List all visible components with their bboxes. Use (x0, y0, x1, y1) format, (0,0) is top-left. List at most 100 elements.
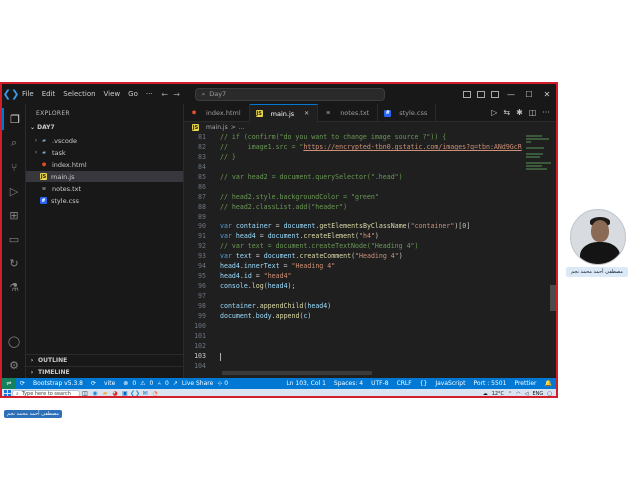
tab-index-html[interactable]: ⬢ index.html (184, 104, 250, 122)
menu-go[interactable]: Go (126, 90, 144, 98)
volume-icon[interactable]: ◁ (525, 391, 529, 397)
notification-center-icon[interactable]: ▢ (547, 391, 552, 397)
file-explorer-icon[interactable]: ▰ (100, 389, 110, 396)
store-icon[interactable]: ▣ (120, 389, 130, 396)
outline-section[interactable]: › OUTLINE (26, 354, 183, 366)
tab-main-js[interactable]: JS main.js ✕ (249, 104, 319, 122)
tree-item-style-css[interactable]: # style.css (26, 195, 183, 206)
taskbar-search[interactable]: ⌕ Type here to search (12, 390, 80, 396)
code-line[interactable]: 91 var head4 = document.createElement("h4… (184, 232, 556, 242)
tab-notes-txt[interactable]: ≡ notes.txt (318, 104, 379, 122)
menu-view[interactable]: View (102, 90, 127, 98)
tree-item-main-js[interactable]: JS main.js (26, 171, 183, 182)
code-line[interactable]: 81 // if (confirm("do you want to change … (184, 133, 556, 143)
split-editor-icon[interactable]: ◫ (529, 108, 537, 117)
forward-arrow-icon[interactable]: → (171, 90, 183, 99)
sync-icon[interactable]: ⟳ (16, 380, 29, 387)
live-share-activity-icon[interactable]: ↻ (2, 252, 26, 274)
code-line[interactable]: 100 (184, 322, 556, 332)
code-line[interactable]: 102 (184, 342, 556, 352)
minimize-icon[interactable]: — (502, 90, 520, 99)
back-arrow-icon[interactable]: ← (159, 90, 171, 99)
task-view-icon[interactable]: ◫ (80, 389, 90, 396)
compare-icon[interactable]: ⇆ (503, 108, 510, 117)
extension-action-icon[interactable]: ✱ (516, 108, 523, 117)
network-icon[interactable]: ◠ (516, 391, 520, 397)
code-line[interactable]: 95 head4.id = "head4" (184, 272, 556, 282)
more-actions-icon[interactable]: ··· (542, 108, 550, 117)
live-share-status[interactable]: Live Share (182, 380, 213, 387)
close-icon[interactable]: ✕ (538, 90, 556, 99)
testing-icon[interactable]: ⚗ (2, 276, 26, 298)
remote-icon[interactable]: ⇌ (2, 378, 16, 389)
layout-panel-icon[interactable] (474, 90, 488, 98)
run-icon[interactable]: ▷ (491, 108, 497, 117)
code-line[interactable]: 86 (184, 183, 556, 193)
layout-secondary-icon[interactable] (488, 90, 502, 98)
code-line[interactable]: 101 (184, 332, 556, 342)
run-debug-icon[interactable]: ▷ (2, 180, 26, 202)
code-line[interactable]: 82 // image1.src = "https://encrypted-tbn… (184, 143, 556, 153)
bootstrap-status[interactable]: Bootstrap v5.3.8 (29, 380, 87, 387)
mail-icon[interactable]: ✉ (140, 389, 150, 396)
timeline-section[interactable]: › TIMELINE (26, 366, 183, 378)
breadcrumb-more[interactable]: ... (239, 124, 245, 131)
breadcrumb-file[interactable]: main.js (206, 124, 228, 131)
close-tab-icon[interactable]: ✕ (304, 110, 309, 117)
maximize-icon[interactable]: ☐ (520, 90, 538, 99)
settings-gear-icon[interactable]: ⚙ (2, 354, 26, 376)
firefox-icon[interactable]: ◔ (150, 389, 160, 396)
code-line[interactable]: 103 (184, 352, 556, 362)
cursor-position[interactable]: Ln 103, Col 1 (282, 380, 330, 387)
menu-edit[interactable]: Edit (40, 90, 62, 98)
live-server-port[interactable]: Port : 5501 (469, 380, 510, 387)
weather-temp[interactable]: 12°C (492, 391, 504, 397)
language-indicator[interactable]: ENG (532, 391, 543, 397)
remote-explorer-icon[interactable]: ▭ (2, 228, 26, 250)
code-line[interactable]: 87 // head2.style.backgroundColor = "gree… (184, 193, 556, 203)
source-control-icon[interactable]: ⑂ (2, 156, 26, 178)
code-line[interactable]: 88 // head2.classList.add("header") (184, 203, 556, 213)
command-center-search[interactable]: ⌕ Day7 (194, 87, 385, 101)
explorer-icon[interactable]: ❐ (2, 108, 26, 130)
code-line[interactable]: 98 container.appendChild(head4) (184, 302, 556, 312)
tree-item-index-html[interactable]: ⬢ index.html (26, 159, 183, 170)
tab-style-css[interactable]: # style.css (378, 104, 437, 122)
encoding[interactable]: UTF-8 (367, 380, 393, 387)
notifications-bell-icon[interactable]: 🔔 (541, 380, 556, 387)
tree-item-vscode[interactable]: › ▰ .vscode (26, 135, 183, 146)
vite-status[interactable]: vite (100, 380, 119, 387)
end-of-line[interactable]: CRLF (393, 380, 416, 387)
account-icon[interactable]: ◯ (2, 330, 26, 352)
vscode-taskbar-icon[interactable]: ❮❯ (130, 389, 140, 396)
code-line[interactable]: 93 var text = document.createComment("Hea… (184, 252, 556, 262)
prettier-status[interactable]: Prettier (510, 380, 540, 387)
code-line[interactable]: 90 var container = document.getElementsBy… (184, 222, 556, 232)
search-activity-icon[interactable]: ⌕ (2, 132, 26, 154)
tree-item-task[interactable]: › ▰ task (26, 147, 183, 158)
edge-icon[interactable]: ◉ (90, 389, 100, 396)
indentation[interactable]: Spaces: 4 (330, 380, 367, 387)
extensions-icon[interactable]: ⊞ (2, 204, 26, 226)
code-line[interactable]: 99 document.body.append(c) (184, 312, 556, 322)
code-line[interactable]: 92 // var text = document.createTextNode(… (184, 242, 556, 252)
braces-indicator[interactable]: {} (416, 380, 432, 387)
minimap[interactable] (526, 135, 552, 235)
language-mode[interactable]: JavaScript (431, 380, 469, 387)
code-editor[interactable]: 81 // if (confirm("do you want to change … (184, 133, 556, 378)
workspace-folder[interactable]: ⌄ DAY7 (30, 124, 55, 131)
vertical-scrollbar[interactable] (550, 285, 556, 311)
chrome-icon[interactable]: ◕ (110, 389, 120, 396)
code-line[interactable]: 83 // } (184, 153, 556, 163)
tree-item-notes-txt[interactable]: ≡ notes.txt (26, 183, 183, 194)
code-line[interactable]: 94 head4.innerText = "Heading 4" (184, 262, 556, 272)
code-line[interactable]: 97 (184, 292, 556, 302)
windows-start-icon[interactable] (2, 389, 12, 396)
code-line[interactable]: 96 console.log(head4); (184, 282, 556, 292)
menu-selection[interactable]: Selection (61, 90, 101, 98)
tray-arrow-icon[interactable]: ⌃ (508, 391, 512, 397)
code-line[interactable]: 85 // var head2 = document.querySelector(… (184, 173, 556, 183)
code-line[interactable]: 104 (184, 362, 556, 372)
horizontal-scrollbar[interactable] (222, 371, 372, 375)
code-line[interactable]: 89 (184, 213, 556, 223)
